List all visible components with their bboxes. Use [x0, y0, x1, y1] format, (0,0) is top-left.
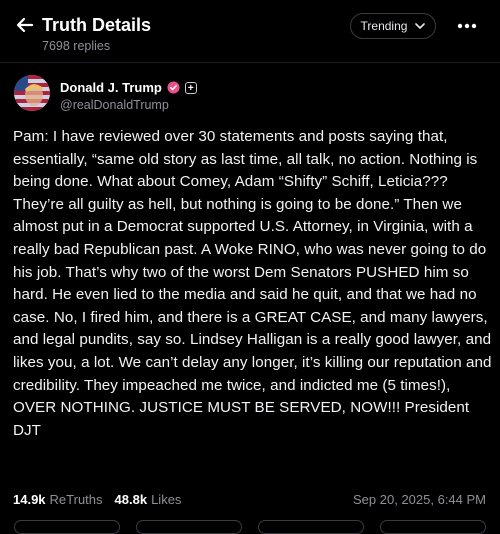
share-action[interactable]: [380, 520, 486, 534]
retruths-count: 14.9k: [13, 492, 46, 507]
post-timestamp: Sep 20, 2025, 6:44 PM: [353, 492, 486, 507]
avatar[interactable]: [14, 75, 50, 111]
retruths-label[interactable]: ReTruths: [50, 492, 103, 507]
author-name-text: Donald J. Trump: [60, 80, 162, 95]
likes-label[interactable]: Likes: [151, 492, 181, 507]
likes-count: 48.8k: [114, 492, 148, 507]
author-name[interactable]: Donald J. Trump +: [60, 80, 197, 95]
post-stats: 14.9k ReTruths 48.8k Likes: [13, 492, 181, 507]
retruth-action[interactable]: [136, 520, 242, 534]
ellipsis-icon: [457, 23, 477, 29]
replies-count: 7698 replies: [42, 39, 111, 53]
reply-action[interactable]: [14, 520, 120, 534]
post-body: Pam: I have reviewed over 30 statements …: [13, 128, 492, 439]
top-bar: Truth Details 7698 replies Trending: [0, 0, 500, 62]
chevron-down-icon: [415, 23, 426, 29]
flag-portrait-icon: [14, 75, 50, 111]
more-options-button[interactable]: [456, 18, 478, 34]
sort-label: Trending: [360, 19, 408, 33]
verified-badge-icon: [167, 81, 180, 94]
arrow-left-icon: [16, 17, 34, 33]
action-bar: [0, 520, 500, 534]
like-action[interactable]: [258, 520, 364, 534]
back-button[interactable]: [14, 14, 36, 36]
sort-dropdown[interactable]: Trending: [350, 13, 436, 39]
plus-icon[interactable]: +: [184, 81, 197, 94]
page-title: Truth Details: [42, 15, 152, 35]
header-divider: [0, 62, 500, 63]
author-handle[interactable]: @realDonaldTrump: [60, 98, 169, 112]
